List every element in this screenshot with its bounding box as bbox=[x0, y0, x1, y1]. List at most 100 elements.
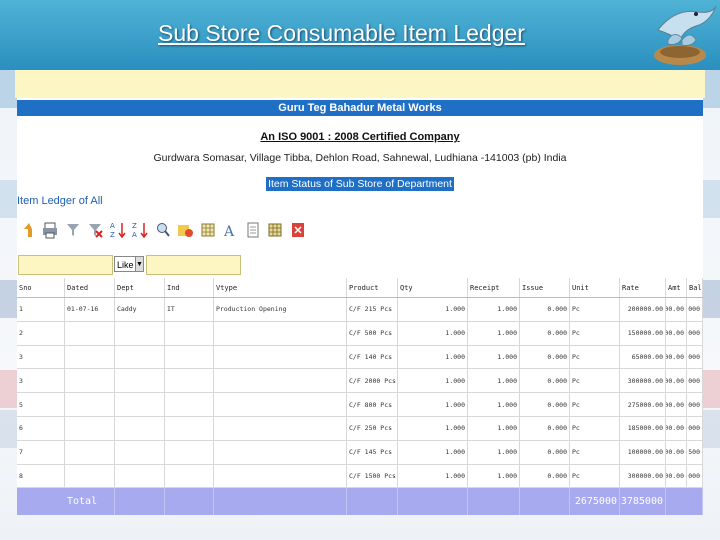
filter-row: Like ▼ bbox=[17, 255, 703, 275]
ledger-table: Sno Dated Dept Ind Vtype Product Qty Receipt Iss… bbox=[17, 278, 703, 516]
cell-vtype: Production Opening bbox=[214, 298, 347, 321]
cell-sno: 3 bbox=[17, 345, 65, 369]
cell-bal: 1.000 bbox=[687, 345, 703, 369]
cell-receipt: 1.000 bbox=[468, 393, 520, 416]
table-total-row: Total 2675000 3785000 bbox=[17, 488, 703, 516]
table-icon[interactable] bbox=[265, 216, 286, 244]
total-empty-cell bbox=[468, 488, 520, 516]
cell-dated bbox=[65, 369, 115, 393]
table-header-row: Sno Dated Dept Ind Vtype Product Qty Receipt Iss… bbox=[17, 278, 703, 298]
app-panel: Guru Teg Bahadur Metal Works An ISO 9001… bbox=[17, 98, 703, 516]
cell-bal: 2.000 bbox=[687, 416, 703, 440]
bird-nest-logo bbox=[654, 5, 717, 65]
status-link[interactable]: Item Status of Sub Store of Department bbox=[266, 177, 454, 191]
cell-sno: 5 bbox=[17, 393, 65, 416]
filter-icon[interactable] bbox=[62, 216, 83, 244]
print-icon[interactable] bbox=[40, 216, 61, 244]
cell-issue: 0.000 bbox=[520, 369, 570, 393]
filter-value-input[interactable] bbox=[146, 255, 241, 275]
company-address: Gurdwara Somasar, Village Tibba, Dehlon … bbox=[153, 152, 567, 164]
cell-dept bbox=[115, 369, 165, 393]
cell-dept bbox=[115, 345, 165, 369]
cell-dept: Caddy bbox=[115, 298, 165, 321]
total-amt: 3785000 bbox=[620, 488, 666, 516]
column-header-vtype: Vtype bbox=[214, 278, 347, 297]
total-empty-cell bbox=[115, 488, 165, 516]
undo-icon[interactable] bbox=[17, 216, 38, 244]
total-empty-cell bbox=[666, 488, 703, 516]
svg-text:Z: Z bbox=[110, 231, 115, 239]
cell-sno: 3 bbox=[17, 369, 65, 393]
table-row[interactable]: 5C/F 800 Pcs1.0001.0000.000Pc275000.0030… bbox=[17, 393, 703, 417]
table-row[interactable]: 2C/F 500 Pcs1.0001.0000.000Pc150000.0015… bbox=[17, 321, 703, 346]
chevron-down-icon[interactable]: ▼ bbox=[135, 256, 144, 272]
font-icon[interactable]: A bbox=[220, 216, 241, 244]
ledger-title: Item Ledger of All bbox=[17, 195, 103, 207]
cell-product: C/F 500 Pcs bbox=[347, 321, 398, 345]
find-icon[interactable] bbox=[152, 216, 173, 244]
column-header-qty: Qty bbox=[398, 278, 468, 297]
cell-amt: 300000.00 bbox=[666, 464, 687, 488]
cell-ind bbox=[165, 440, 214, 464]
column-header-issue: Issue bbox=[520, 278, 570, 297]
table-row[interactable]: 1 01-07-16 Caddy IT Production Opening C/F 21… bbox=[17, 298, 703, 322]
column-header-product: Product bbox=[347, 278, 398, 297]
cell-bal: 1.000 bbox=[687, 393, 703, 416]
cell-issue: 0.000 bbox=[520, 298, 570, 321]
cell-ind bbox=[165, 369, 214, 393]
cell-unit: Pc bbox=[570, 321, 620, 345]
cell-issue: 0.000 bbox=[520, 321, 570, 345]
grid-icon[interactable] bbox=[197, 216, 218, 244]
cell-ind bbox=[165, 321, 214, 345]
cell-rate: 185000.00 bbox=[620, 416, 666, 440]
svg-text:A: A bbox=[223, 224, 235, 239]
company-name: Guru Teg Bahadur Metal Works bbox=[17, 100, 703, 116]
cell-ind bbox=[165, 416, 214, 440]
column-header-dept: Dept bbox=[115, 278, 165, 297]
total-label: Total bbox=[17, 488, 115, 516]
cell-sno: 8 bbox=[17, 464, 65, 488]
cell-amt: 300000.00 bbox=[666, 369, 687, 393]
cell-ind bbox=[165, 345, 214, 369]
cell-product: C/F 145 Pcs bbox=[347, 440, 398, 464]
clear-filter-icon[interactable] bbox=[85, 216, 106, 244]
total-empty-cell bbox=[398, 488, 468, 516]
cell-rate: 300000.00 bbox=[620, 369, 666, 393]
cell-product: C/F 140 Pcs bbox=[347, 345, 398, 369]
cell-vtype bbox=[214, 345, 347, 369]
cell-dated bbox=[65, 416, 115, 440]
cell-bal: 1.000 bbox=[687, 369, 703, 393]
cell-receipt: 1.000 bbox=[468, 321, 520, 345]
highlight-icon[interactable] bbox=[175, 216, 196, 244]
table-row[interactable]: 3C/F 140 Pcs1.0001.0000.000Pc65000.00650… bbox=[17, 345, 703, 370]
table-row[interactable]: 3C/F 2000 Pcs1.0001.0000.000Pc300000.003… bbox=[17, 369, 703, 394]
sort-descending-icon[interactable]: ZA bbox=[130, 216, 151, 244]
cell-dated bbox=[65, 321, 115, 345]
cell-amt: 65000.00 bbox=[666, 345, 687, 369]
toolbar: AZ ZA A bbox=[17, 216, 310, 252]
cell-dated bbox=[65, 464, 115, 488]
cell-vtype bbox=[214, 416, 347, 440]
cell-product: C/F 215 Pcs bbox=[347, 298, 398, 321]
cell-qty: 1.000 bbox=[398, 440, 468, 464]
cell-qty: 1.000 bbox=[398, 345, 468, 369]
cell-dept bbox=[115, 440, 165, 464]
cell-amt: 300000.00 bbox=[666, 393, 687, 416]
table-row[interactable]: 6C/F 250 Pcs1.0001.0000.000Pc185000.0037… bbox=[17, 416, 703, 441]
cell-qty: 1.000 bbox=[398, 321, 468, 345]
cell-product: C/F 2000 Pcs bbox=[347, 369, 398, 393]
cell-qty: 1.000 bbox=[398, 298, 468, 321]
cell-amt: 150000.00 bbox=[666, 321, 687, 345]
table-row[interactable]: 8C/F 1500 Pcs1.0001.0000.000Pc300000.003… bbox=[17, 464, 703, 489]
close-icon[interactable] bbox=[287, 216, 308, 244]
cell-dept bbox=[115, 416, 165, 440]
cell-receipt: 1.000 bbox=[468, 298, 520, 321]
cell-bal: 0.000 bbox=[687, 298, 703, 321]
document-icon[interactable] bbox=[242, 216, 263, 244]
cell-ind bbox=[165, 464, 214, 488]
table-row[interactable]: 7C/F 145 Pcs1.0001.0000.000Pc100000.0030… bbox=[17, 440, 703, 465]
cell-amt: 370000.00 bbox=[666, 416, 687, 440]
sort-ascending-icon[interactable]: AZ bbox=[107, 216, 128, 244]
cell-rate: 100000.00 bbox=[620, 440, 666, 464]
filter-field-input[interactable] bbox=[18, 255, 113, 275]
